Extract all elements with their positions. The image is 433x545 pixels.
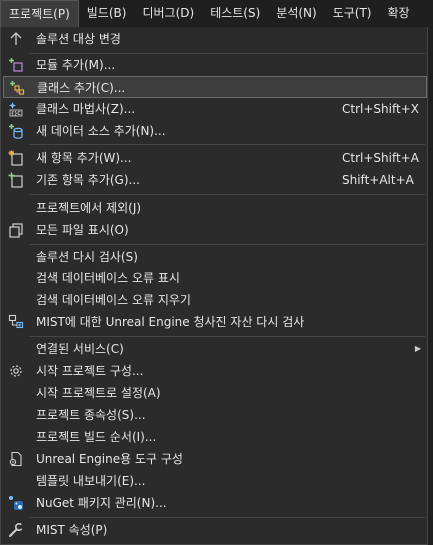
new-item-icon xyxy=(8,150,24,166)
menu-bar: 프로젝트(P) 빌드(B) 디버그(D) 테스트(S) 분석(N) 도구(T) … xyxy=(0,0,433,28)
menu-item-add-existing-item[interactable]: 기존 항목 추가(G)... Shift+Alt+A xyxy=(3,169,427,191)
menu-item-label: 프로젝트 종속성(S)... xyxy=(36,408,146,422)
menu-item-set-as-startup-project[interactable]: 시작 프로젝트로 설정(A) xyxy=(3,382,427,404)
menu-item-class-wizard[interactable]: {}C 클래스 마법사(Z)... Ctrl+Shift+X xyxy=(3,98,427,120)
menu-extensions[interactable]: 확장 xyxy=(380,0,418,27)
arrow-up-icon xyxy=(8,31,24,47)
menu-item-show-db-errors[interactable]: 검색 데이터베이스 오류 표시 xyxy=(3,267,427,289)
show-all-files-icon xyxy=(8,222,24,238)
unreal-blueprint-icon xyxy=(8,314,24,330)
menu-item-label: 시작 프로젝트로 설정(A) xyxy=(36,386,161,400)
existing-item-icon xyxy=(8,172,24,188)
menu-item-label: 클래스 추가(C)... xyxy=(37,81,126,95)
menu-item-retarget-solution[interactable]: 솔루션 대상 변경 xyxy=(3,28,427,50)
menu-item-label: 솔루션 다시 검사(S) xyxy=(36,250,138,264)
menu-separator xyxy=(29,517,425,518)
menu-debug[interactable]: 디버그(D) xyxy=(134,0,202,27)
add-class-icon xyxy=(9,80,25,96)
menu-item-label: MIST 속성(P) xyxy=(36,523,108,537)
menu-separator xyxy=(29,244,425,245)
menu-item-shortcut: Ctrl+Shift+X xyxy=(342,102,419,116)
menu-item-label: 템플릿 내보내기(E)... xyxy=(36,474,146,488)
menu-item-add-module[interactable]: 모듈 추가(M)... xyxy=(3,54,427,76)
menu-item-label: 시작 프로젝트 구성... xyxy=(36,364,144,378)
menu-item-label: 검색 데이터베이스 오류 지우기 xyxy=(36,293,191,307)
menu-item-rescan-unreal-blueprints[interactable]: MIST에 대한 Unreal Engine 청사진 자산 다시 검사 xyxy=(3,311,427,333)
menu-item-add-new-item[interactable]: 새 항목 추가(W)... Ctrl+Shift+A xyxy=(3,147,427,169)
menu-item-label: 모듈 추가(M)... xyxy=(36,58,116,72)
menu-tools[interactable]: 도구(T) xyxy=(325,0,380,27)
menu-item-label: 클래스 마법사(Z)... xyxy=(36,102,136,116)
menu-build[interactable]: 빌드(B) xyxy=(79,0,135,27)
menu-item-label: 검색 데이터베이스 오류 표시 xyxy=(36,271,180,285)
menu-item-clear-db-errors[interactable]: 검색 데이터베이스 오류 지우기 xyxy=(3,289,427,311)
menu-item-label: 새 항목 추가(W)... xyxy=(36,151,132,165)
menu-item-connected-services[interactable]: 연결된 서비스(C) ▶ xyxy=(3,338,427,360)
nuget-icon xyxy=(8,495,24,511)
menu-item-project-build-order[interactable]: 프로젝트 빌드 순서(I)... xyxy=(3,426,427,448)
project-menu-dropdown: 솔루션 대상 변경 모듈 추가(M)... 클래스 추가(C)... {}C 클… xyxy=(0,27,428,545)
unreal-tools-icon xyxy=(8,451,24,467)
menu-item-rescan-solution[interactable]: 솔루션 다시 검사(S) xyxy=(3,246,427,268)
svg-text:{}C: {}C xyxy=(11,111,21,117)
menu-item-label: 연결된 서비스(C) xyxy=(36,342,124,356)
menu-item-label: 프로젝트 빌드 순서(I)... xyxy=(36,430,157,444)
menu-analyze[interactable]: 분석(N) xyxy=(268,0,324,27)
menu-project[interactable]: 프로젝트(P) xyxy=(0,0,79,27)
menu-item-project-dependencies[interactable]: 프로젝트 종속성(S)... xyxy=(3,404,427,426)
menu-item-label: 기존 항목 추가(G)... xyxy=(36,173,140,187)
menu-separator xyxy=(29,336,425,337)
menu-item-label: 모든 파일 표시(O) xyxy=(36,223,129,237)
menu-separator xyxy=(29,144,425,145)
wrench-icon xyxy=(8,522,24,538)
add-module-icon xyxy=(8,57,24,73)
menu-item-label: Unreal Engine용 도구 구성 xyxy=(36,452,183,466)
menu-item-label: 프로젝트에서 제외(J) xyxy=(36,201,142,215)
menu-item-label: 새 데이터 소스 추가(N)... xyxy=(36,124,166,138)
menu-separator xyxy=(29,194,425,195)
menu-item-add-data-source[interactable]: 새 데이터 소스 추가(N)... xyxy=(3,120,427,142)
menu-item-export-template[interactable]: 템플릿 내보내기(E)... xyxy=(3,470,427,492)
add-data-source-icon xyxy=(8,123,24,139)
class-wizard-icon: {}C xyxy=(8,101,24,117)
menu-item-label: NuGet 패키지 관리(N)... xyxy=(36,496,167,510)
menu-item-project-properties[interactable]: MIST 속성(P) xyxy=(3,519,427,541)
menu-item-label: MIST에 대한 Unreal Engine 청사진 자산 다시 검사 xyxy=(36,315,305,329)
menu-item-shortcut: Ctrl+Shift+A xyxy=(342,151,419,165)
menu-item-label: 솔루션 대상 변경 xyxy=(36,32,121,46)
menu-item-add-class[interactable]: 클래스 추가(C)... xyxy=(3,76,427,98)
menu-item-exclude-from-project[interactable]: 프로젝트에서 제외(J) xyxy=(3,197,427,219)
menu-test[interactable]: 테스트(S) xyxy=(202,0,268,27)
menu-item-unreal-engine-tools[interactable]: Unreal Engine용 도구 구성 xyxy=(3,448,427,470)
gear-icon xyxy=(8,363,24,379)
menu-item-manage-nuget-packages[interactable]: NuGet 패키지 관리(N)... xyxy=(3,492,427,514)
menu-item-configure-startup-projects[interactable]: 시작 프로젝트 구성... xyxy=(3,360,427,382)
chevron-right-icon: ▶ xyxy=(414,344,421,353)
menu-item-show-all-files[interactable]: 모든 파일 표시(O) xyxy=(3,219,427,241)
menu-item-shortcut: Shift+Alt+A xyxy=(342,173,414,187)
